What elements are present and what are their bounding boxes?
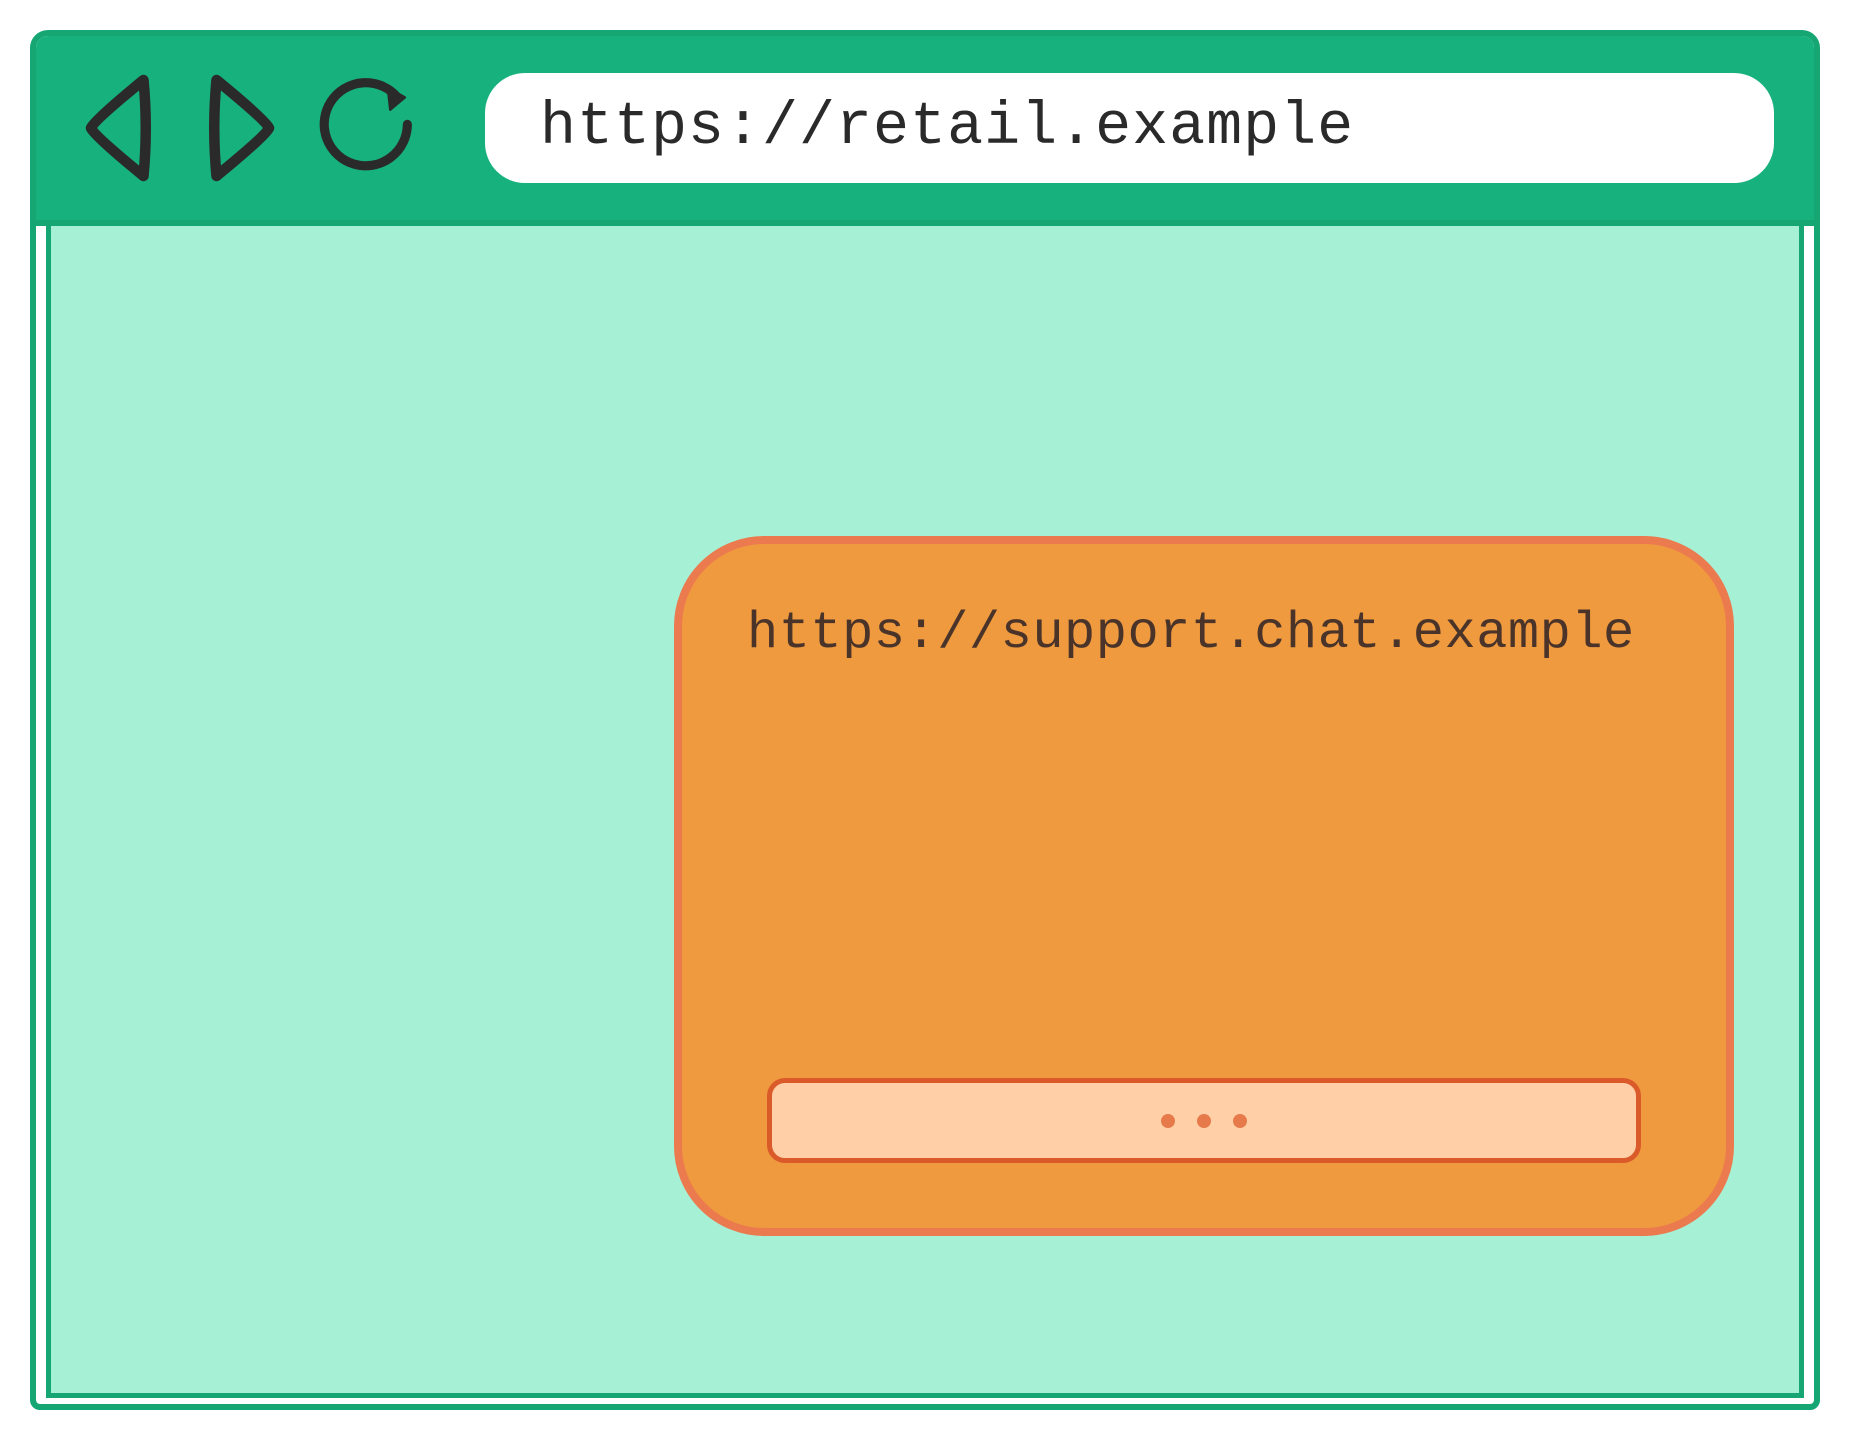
chat-widget-iframe[interactable]: https://support.chat.example: [674, 536, 1734, 1236]
typing-dot-icon: [1233, 1114, 1247, 1128]
chat-widget-origin-label: https://support.chat.example: [747, 604, 1671, 663]
reload-button[interactable]: [312, 68, 422, 188]
chat-input[interactable]: [767, 1078, 1641, 1163]
chat-widget-body: [737, 663, 1671, 1078]
back-icon: [76, 68, 166, 188]
typing-dot-icon: [1197, 1114, 1211, 1128]
forward-button[interactable]: [194, 68, 284, 188]
page-viewport: https://support.chat.example: [46, 226, 1804, 1398]
forward-icon: [194, 68, 284, 188]
reload-icon: [312, 68, 422, 188]
back-button[interactable]: [76, 68, 166, 188]
typing-dot-icon: [1161, 1114, 1175, 1128]
browser-window: https://retail.example https://support.c…: [30, 30, 1820, 1410]
address-bar[interactable]: https://retail.example: [485, 73, 1774, 183]
browser-toolbar: https://retail.example: [36, 36, 1814, 226]
address-bar-url: https://retail.example: [540, 94, 1354, 162]
